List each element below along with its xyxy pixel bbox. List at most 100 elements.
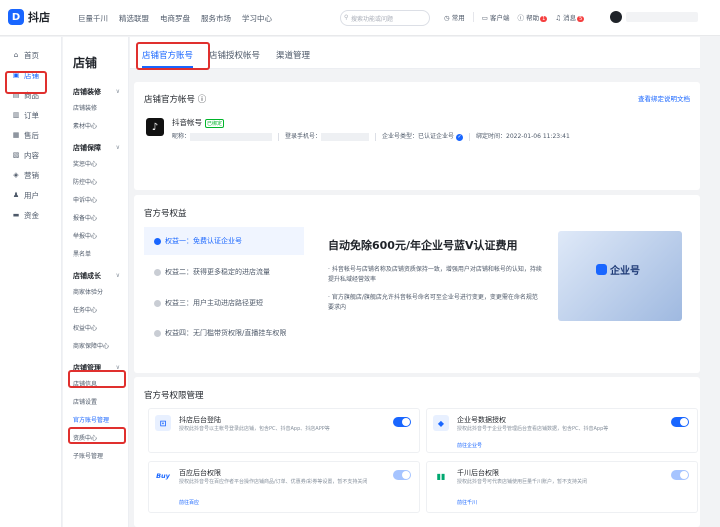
- right-label: 权益四：无门槛带货权限/直播挂车权限: [165, 329, 287, 337]
- permission-desc: 授权此抖音号以主帐号登录此店铺，包含PC、抖音App、抖店APP等: [179, 426, 330, 432]
- card-title: 官方号权限管理: [144, 391, 204, 401]
- sidebar-item-label: 资金: [24, 210, 39, 220]
- permission-desc: 授权此抖音号于企业号管理后台查看店铺数据，包含PC、抖音App等: [457, 426, 609, 432]
- nickname-redacted: [190, 132, 273, 141]
- avatar[interactable]: [610, 11, 622, 23]
- clock-icon: ◷: [444, 14, 450, 22]
- baiying-icon: Buy: [156, 472, 170, 480]
- subnav-title: 店铺: [73, 56, 98, 70]
- official-rights-card: 官方号权益 权益一：免费认证企业号 权益二：获得更多稳定的进店流量 权益三：用户…: [134, 195, 700, 373]
- subnav-item[interactable]: 防控中心: [63, 174, 128, 192]
- aftersale-icon: ▦: [12, 131, 20, 139]
- subnav-item[interactable]: 权益中心: [63, 320, 128, 338]
- subnav-item[interactable]: 任务中心: [63, 302, 128, 320]
- subnav-group-guarantee[interactable]: 店铺保障 ∨: [63, 139, 128, 156]
- client-button[interactable]: ▭ 客户端: [482, 12, 510, 22]
- tab-channel[interactable]: 渠道管理: [276, 49, 310, 68]
- right-item-1[interactable]: 权益一：免费认证企业号: [144, 227, 304, 255]
- right-item-4[interactable]: 权益四：无门槛带货权限/直播挂车权限: [144, 320, 304, 358]
- logo-icon: D: [8, 9, 24, 25]
- sidebar-item-home[interactable]: ⌂ 首页: [0, 45, 61, 65]
- chevron-down-icon: ∨: [115, 272, 120, 279]
- permission-item-qianchuan: ▮▮ 千川后台权限 授权此抖音号可代表店铺使用巨量千川账户，暂不支持关闭 前往千…: [426, 461, 698, 513]
- common-label: 常用: [451, 14, 465, 22]
- search-input[interactable]: ⚲ 搜索功能或问题: [340, 10, 430, 26]
- topnav-item-lianmeng[interactable]: 精选联盟: [119, 13, 149, 24]
- promo-text-2: · 官方旗舰店/旗舰店允许抖音帐号命名可至企业号进行变更，变更需在命名规范要求内: [328, 294, 538, 311]
- phone-label: 登录手机号：: [285, 133, 322, 140]
- account-type: 企业号类型：已认证企业号: [382, 133, 455, 140]
- subnav-item[interactable]: 店铺装修: [63, 100, 128, 118]
- rights-promo: 自动免除600元/年企业号蓝V认证费用 · 抖音帐号与店铺名称及店铺资质保持一致…: [328, 237, 542, 313]
- tab-authorized-account[interactable]: 店铺授权帐号: [209, 49, 260, 68]
- sidebar-item-order[interactable]: ▥ 订单: [0, 105, 61, 125]
- right-label: 权益一：免费认证企业号: [165, 237, 242, 245]
- permission-link[interactable]: 前往企业号: [457, 442, 482, 449]
- right-icon: [154, 299, 161, 307]
- topnav-item-market[interactable]: 服务市场: [201, 13, 231, 24]
- sidebar-item-content[interactable]: ▧ 内容: [0, 145, 61, 165]
- top-nav: 巨量千川 精选联盟 电商罗盘 服务市场 学习中心: [78, 13, 272, 24]
- topnav-item-qianchuan[interactable]: 巨量千川: [78, 13, 108, 24]
- subnav-group-growth[interactable]: 店铺成长 ∨: [63, 267, 128, 284]
- topnav-item-learn[interactable]: 学习中心: [242, 13, 272, 24]
- chevron-down-icon: ∨: [115, 88, 120, 95]
- secondary-sidebar: 店铺 店铺装修 ∨ 店铺装修 素材中心 店铺保障 ∨ 奖惩中心 防控中心 申诉中心 …: [63, 37, 129, 527]
- sidebar-item-funds[interactable]: ▬ 资金: [0, 205, 61, 225]
- permission-link[interactable]: 前往百应: [179, 499, 199, 506]
- help-badge: 1: [540, 16, 548, 22]
- message-button[interactable]: ♫ 消息 5: [555, 12, 585, 22]
- permissions-card: 官方号权限管理 ⊡ 抖店后台登陆 授权此抖音号以主帐号登录此店铺，包含PC、抖音…: [134, 377, 700, 527]
- sidebar-item-marketing[interactable]: ◈ 营销: [0, 165, 61, 185]
- common-button[interactable]: ◷ 常用: [444, 12, 465, 22]
- subnav-item[interactable]: 举报中心: [63, 228, 128, 246]
- subnav-item[interactable]: 报备中心: [63, 210, 128, 228]
- permission-item-baiying: Buy 百应后台权限 授权此抖音号在百应作者平台操作店铺商品/订单、优惠券/彩券…: [148, 461, 420, 513]
- permission-toggle[interactable]: [671, 470, 689, 480]
- permission-toggle[interactable]: [393, 470, 411, 480]
- user-name-redacted[interactable]: [626, 12, 698, 22]
- right-item-2[interactable]: 权益二：获得更多稳定的进店流量: [144, 258, 304, 286]
- sidebar-item-label: 用户: [24, 190, 39, 200]
- bell-icon: ♫: [555, 14, 562, 22]
- search-icon: ⚲: [344, 14, 349, 21]
- topnav-item-luopan[interactable]: 电商罗盘: [160, 13, 190, 24]
- sidebar-item-user[interactable]: ♟ 用户: [0, 185, 61, 205]
- subnav-item[interactable]: 店铺设置: [63, 394, 128, 412]
- subnav-item[interactable]: 申诉中心: [63, 192, 128, 210]
- subnav-item[interactable]: 商家体验分: [63, 284, 128, 302]
- help-button[interactable]: ⓘ 帮助 1: [517, 12, 548, 22]
- right-item-3[interactable]: 权益三：用户主动进店路径更短: [144, 289, 304, 317]
- right-icon: [154, 330, 161, 337]
- message-label: 消息: [563, 14, 577, 22]
- help-icon: ⓘ: [517, 14, 524, 22]
- sidebar-item-label: 营销: [24, 170, 39, 180]
- subnav-item[interactable]: 子账号管理: [63, 448, 128, 466]
- highlight-store-nav: [5, 71, 47, 94]
- doc-link[interactable]: 查看绑定说明文档: [638, 93, 690, 103]
- permission-title: 企业号数据授权: [457, 416, 506, 424]
- promo-text-1: · 抖音帐号与店铺名称及店铺资质保持一致，增强用户对店铺和帐号的认知，持续提升私…: [328, 266, 542, 283]
- subnav-item[interactable]: 奖惩中心: [63, 156, 128, 174]
- group-label: 店铺装修: [73, 87, 101, 96]
- subnav-group-decoration[interactable]: 店铺装修 ∨: [63, 83, 128, 100]
- permission-title: 百应后台权限: [179, 469, 221, 477]
- douyin-icon: ♪: [146, 118, 164, 136]
- subnav-item[interactable]: 黑名单: [63, 246, 128, 264]
- message-badge: 5: [577, 16, 585, 22]
- group-label: 店铺成长: [73, 271, 101, 280]
- divider: [375, 132, 377, 141]
- permission-link[interactable]: 前往千川: [457, 499, 477, 506]
- funds-icon: ▬: [12, 211, 20, 219]
- subnav-item[interactable]: 商家保障中心: [63, 338, 128, 356]
- verified-check-icon: ✓: [456, 134, 464, 141]
- permission-toggle[interactable]: [671, 417, 689, 427]
- highlight-official-tab: [136, 42, 210, 70]
- tab-bar: 店铺官方账号 店铺授权帐号 渠道管理: [130, 37, 700, 69]
- sidebar-item-label: 订单: [24, 110, 39, 120]
- app-logo[interactable]: D 抖店: [8, 9, 50, 25]
- permission-toggle[interactable]: [393, 417, 411, 427]
- qianchuan-icon: ▮▮: [436, 471, 446, 481]
- sidebar-item-aftersale[interactable]: ▦ 售后: [0, 125, 61, 145]
- subnav-item[interactable]: 素材中心: [63, 118, 128, 136]
